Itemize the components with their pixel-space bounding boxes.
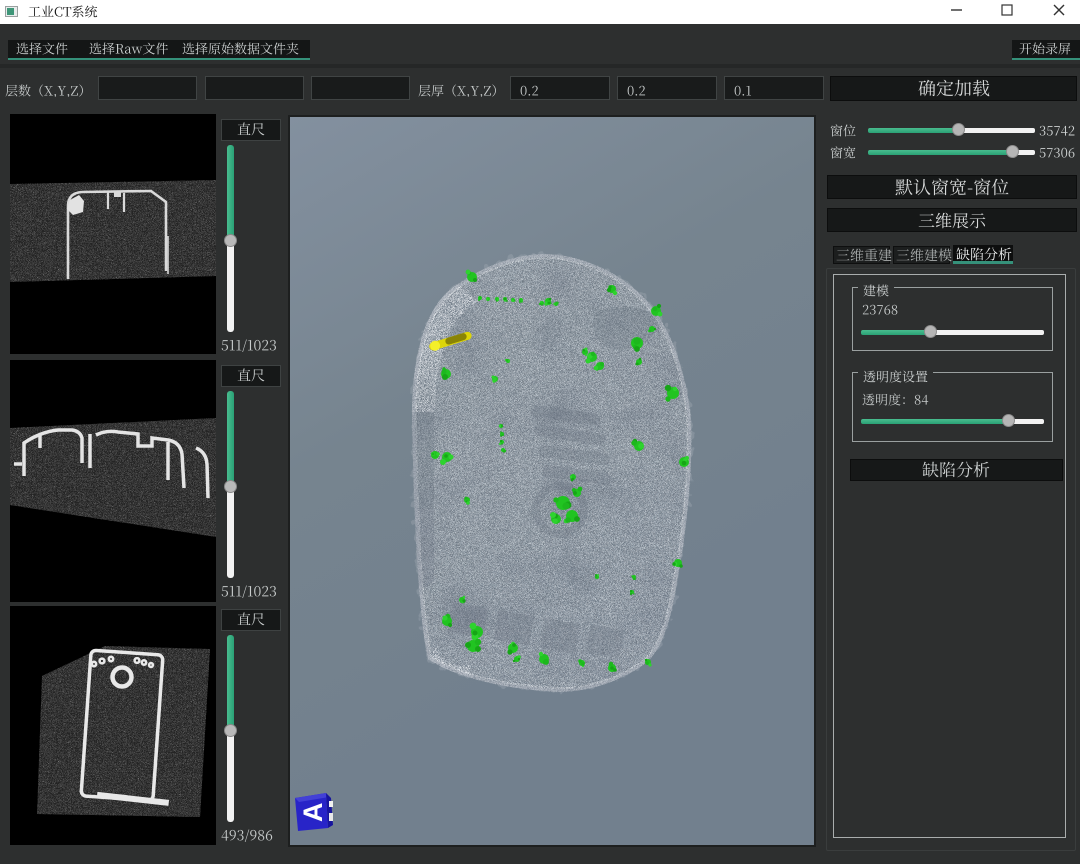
svg-text:A: A bbox=[298, 803, 328, 823]
